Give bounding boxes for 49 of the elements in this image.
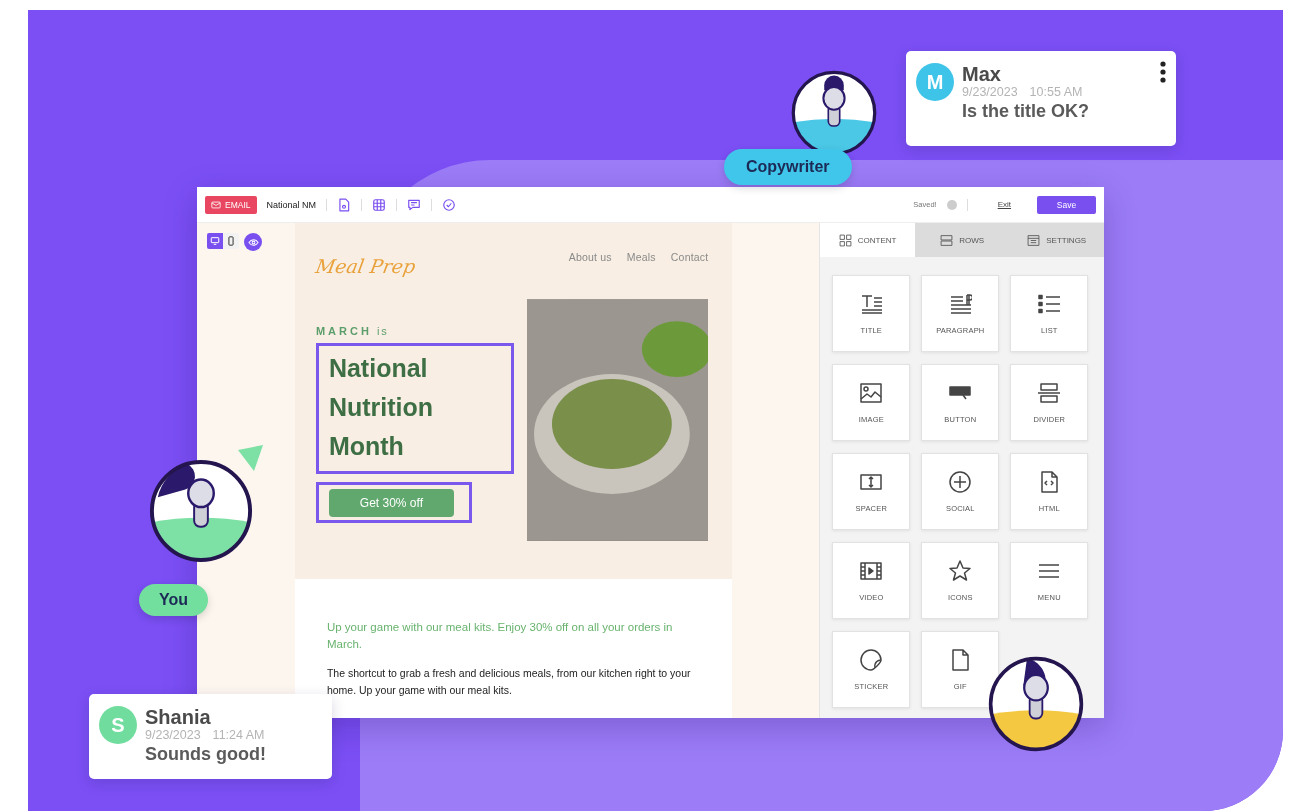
eye-icon	[247, 236, 259, 248]
comment-author: Shania	[145, 706, 212, 728]
icons-block-icon	[948, 559, 973, 583]
check-circle-icon	[442, 197, 457, 212]
desktop-view-button[interactable]	[207, 233, 223, 249]
save-button[interactable]: Save	[1037, 195, 1096, 214]
panel-tab[interactable]: SETTINGS	[1009, 223, 1104, 257]
intro-paragraph: Up your game with our meal kits. Enjoy 30% off on all your orders in March.	[326, 620, 674, 652]
panel-tab[interactable]: CONTENT	[820, 223, 915, 257]
comment-author: Max	[962, 63, 1002, 85]
document-name: National NM	[266, 199, 317, 210]
preview-button[interactable]	[244, 233, 262, 251]
headline-text[interactable]: National Nutrition Month	[315, 343, 514, 474]
user-avatar: M	[916, 63, 954, 101]
comment-date: 9/23/2023	[962, 85, 1018, 99]
comment-date: 9/23/2023	[145, 728, 201, 742]
brand-logo: Meal Prep	[313, 255, 418, 277]
role-label: You	[139, 584, 209, 616]
document-icon	[337, 197, 352, 212]
list-block-icon	[1037, 292, 1062, 316]
grid-icon	[372, 197, 387, 212]
triangle-shape	[236, 444, 264, 472]
phone-icon	[226, 236, 236, 246]
panel-tab[interactable]: ROWS	[914, 223, 1010, 257]
body-paragraph: The shortcut to grab a fresh and delicious meals, from our kitchen right to your home. Up your game with our meal kits.	[326, 666, 692, 698]
comment-message: Sounds good!	[145, 743, 266, 766]
eyebrow-text: MARCH is	[315, 325, 390, 337]
email-type-label: EMAIL	[225, 199, 251, 210]
user-avatar: S	[99, 706, 137, 744]
image-block-icon	[859, 381, 884, 405]
comment-time: 10:55 AM	[1029, 85, 1083, 99]
divider-block-icon	[1037, 381, 1062, 405]
title-block-icon	[859, 292, 884, 316]
comment-time: 11:24 AM	[212, 728, 265, 742]
rows-tab-icon	[940, 233, 954, 247]
monitor-icon	[210, 236, 220, 246]
mobile-view-button[interactable]	[223, 233, 239, 249]
comment-icon	[407, 197, 422, 212]
envelope-icon	[211, 199, 221, 210]
exit-link[interactable]: Exit	[997, 200, 1011, 209]
role-label: Copywriter	[724, 149, 852, 185]
more-options-icon[interactable]	[1160, 61, 1166, 83]
video-block-icon	[859, 559, 884, 583]
comment-message: Is the title OK?	[962, 100, 1089, 123]
content-tab-icon	[838, 233, 852, 247]
settings-tab-icon	[1027, 233, 1041, 247]
social-block-icon	[948, 470, 973, 494]
paragraph-block-icon	[948, 292, 973, 316]
sticker-block-icon	[859, 648, 884, 672]
